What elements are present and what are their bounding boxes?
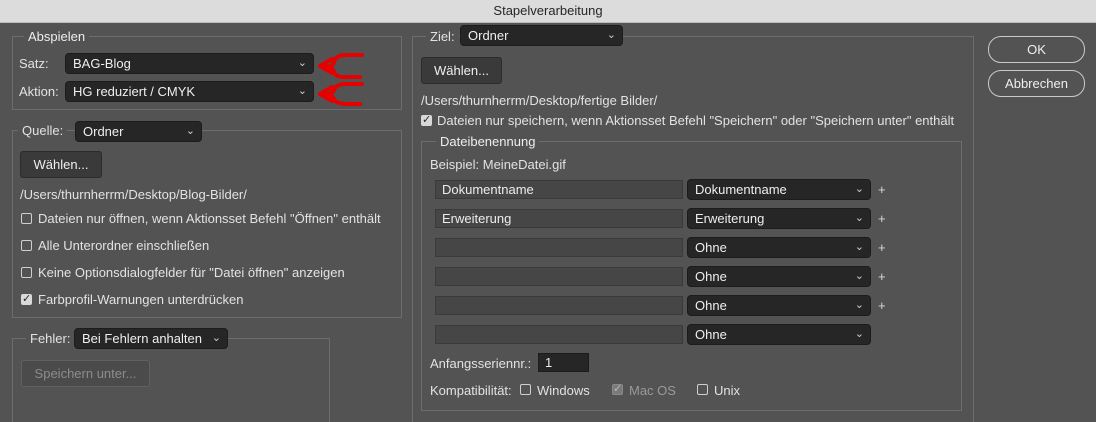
suppress-open-dialogs-checkbox[interactable] — [21, 267, 32, 278]
naming-text-field[interactable]: Dokumentname — [435, 180, 683, 199]
naming-example: Beispiel: MeineDatei.gif — [430, 157, 566, 172]
quelle-path: /Users/thurnherrm/Desktop/Blog-Bilder/ — [20, 187, 247, 202]
abspielen-title: Abspielen — [24, 29, 90, 44]
naming-select[interactable]: Ohne ⌄ — [687, 324, 871, 345]
add-row-plus-icon[interactable]: + — [878, 298, 886, 313]
compat-macos-label: Mac OS — [629, 383, 676, 398]
ziel-label: Ziel: — [426, 29, 459, 44]
ziel-value: Ordner — [468, 28, 509, 43]
chevron-down-icon: ⌄ — [854, 241, 864, 253]
aktion-value: HG reduziert / CMYK — [73, 84, 196, 99]
chevron-down-icon: ⌄ — [854, 212, 864, 224]
naming-select-value: Dokumentname — [695, 182, 787, 197]
naming-select-value: Ohne — [695, 240, 727, 255]
fehler-select[interactable]: Bei Fehlern anhalten ⌄ — [74, 328, 228, 349]
ziel-select[interactable]: Ordner ⌄ — [460, 25, 623, 46]
add-row-plus-icon[interactable]: + — [878, 182, 886, 197]
compat-label: Kompatibilität: — [430, 383, 512, 398]
naming-select[interactable]: Dokumentname ⌄ — [687, 179, 871, 200]
compat-unix-checkbox[interactable] — [697, 384, 708, 395]
compat-macos-checkbox — [612, 382, 623, 395]
window-title: Stapelverarbeitung — [0, 0, 1096, 23]
save-as-button[interactable]: Speichern unter... — [21, 360, 150, 387]
suppress-color-warnings-label: Farbprofil-Warnungen unterdrücken — [38, 292, 244, 307]
suppress-open-dialogs-label: Keine Optionsdialogfelder für "Datei öff… — [38, 265, 345, 280]
quelle-select[interactable]: Ordner ⌄ — [75, 121, 202, 142]
compat-windows-label: Windows — [537, 383, 590, 398]
naming-select-value: Ohne — [695, 327, 727, 342]
add-row-plus-icon[interactable]: + — [878, 240, 886, 255]
naming-select[interactable]: Ohne ⌄ — [687, 295, 871, 316]
quelle-value: Ordner — [83, 124, 124, 139]
save-only-label: Dateien nur speichern, wenn Aktionsset B… — [437, 113, 955, 128]
ziel-path: /Users/thurnherrm/Desktop/fertige Bilder… — [421, 93, 658, 108]
naming-select-value: Ohne — [695, 298, 727, 313]
quelle-label: Quelle: — [18, 123, 68, 138]
chevron-down-icon: ⌄ — [297, 85, 307, 97]
open-only-label: Dateien nur öffnen, wenn Aktionsset Befe… — [38, 211, 381, 226]
add-row-plus-icon[interactable]: + — [878, 211, 886, 226]
chevron-down-icon: ⌄ — [854, 270, 864, 282]
naming-select[interactable]: Ohne ⌄ — [687, 266, 871, 287]
naming-select[interactable]: Ohne ⌄ — [687, 237, 871, 258]
chevron-down-icon: ⌄ — [854, 183, 864, 195]
serial-label: Anfangsseriennr.: — [430, 356, 532, 371]
include-subfolders-checkbox[interactable] — [21, 240, 32, 251]
ok-button[interactable]: OK — [988, 36, 1085, 63]
naming-select[interactable]: Erweiterung ⌄ — [687, 208, 871, 229]
compat-unix-label: Unix — [714, 383, 741, 398]
chevron-down-icon: ⌄ — [854, 328, 864, 340]
naming-text-field[interactable] — [435, 267, 683, 286]
naming-text-field[interactable] — [435, 325, 683, 344]
satz-select[interactable]: BAG-Blog ⌄ — [65, 53, 314, 74]
suppress-color-warnings-checkbox[interactable] — [21, 292, 32, 305]
ziel-choose-button[interactable]: Wählen... — [421, 57, 502, 84]
fehler-value: Bei Fehlern anhalten — [82, 331, 202, 346]
satz-label: Satz: — [19, 56, 49, 71]
save-only-checkbox[interactable] — [421, 113, 432, 126]
satz-value: BAG-Blog — [73, 56, 131, 71]
naming-text-field[interactable] — [435, 238, 683, 257]
chevron-down-icon: ⌄ — [211, 332, 221, 344]
add-row-plus-icon[interactable]: + — [878, 269, 886, 284]
naming-text-field[interactable]: Erweiterung — [435, 209, 683, 228]
aktion-label: Aktion: — [19, 84, 59, 99]
aktion-select[interactable]: HG reduziert / CMYK ⌄ — [65, 81, 314, 102]
open-only-checkbox[interactable] — [21, 213, 32, 224]
chevron-down-icon: ⌄ — [185, 125, 195, 137]
naming-select-value: Erweiterung — [695, 211, 765, 226]
compat-windows-checkbox[interactable] — [520, 384, 531, 395]
chevron-down-icon: ⌄ — [606, 29, 616, 41]
dateibenennung-title: Dateibenennung — [436, 134, 540, 149]
red-arrow-annotation-icon — [318, 53, 364, 106]
fehler-label: Fehler: — [26, 331, 75, 346]
naming-select-value: Ohne — [695, 269, 727, 284]
serial-input[interactable]: 1 — [538, 353, 589, 372]
chevron-down-icon: ⌄ — [297, 57, 307, 69]
include-subfolders-label: Alle Unterordner einschließen — [38, 238, 210, 253]
cancel-button[interactable]: Abbrechen — [988, 70, 1085, 97]
naming-text-field[interactable] — [435, 296, 683, 315]
quelle-choose-button[interactable]: Wählen... — [20, 151, 102, 178]
chevron-down-icon: ⌄ — [854, 299, 864, 311]
